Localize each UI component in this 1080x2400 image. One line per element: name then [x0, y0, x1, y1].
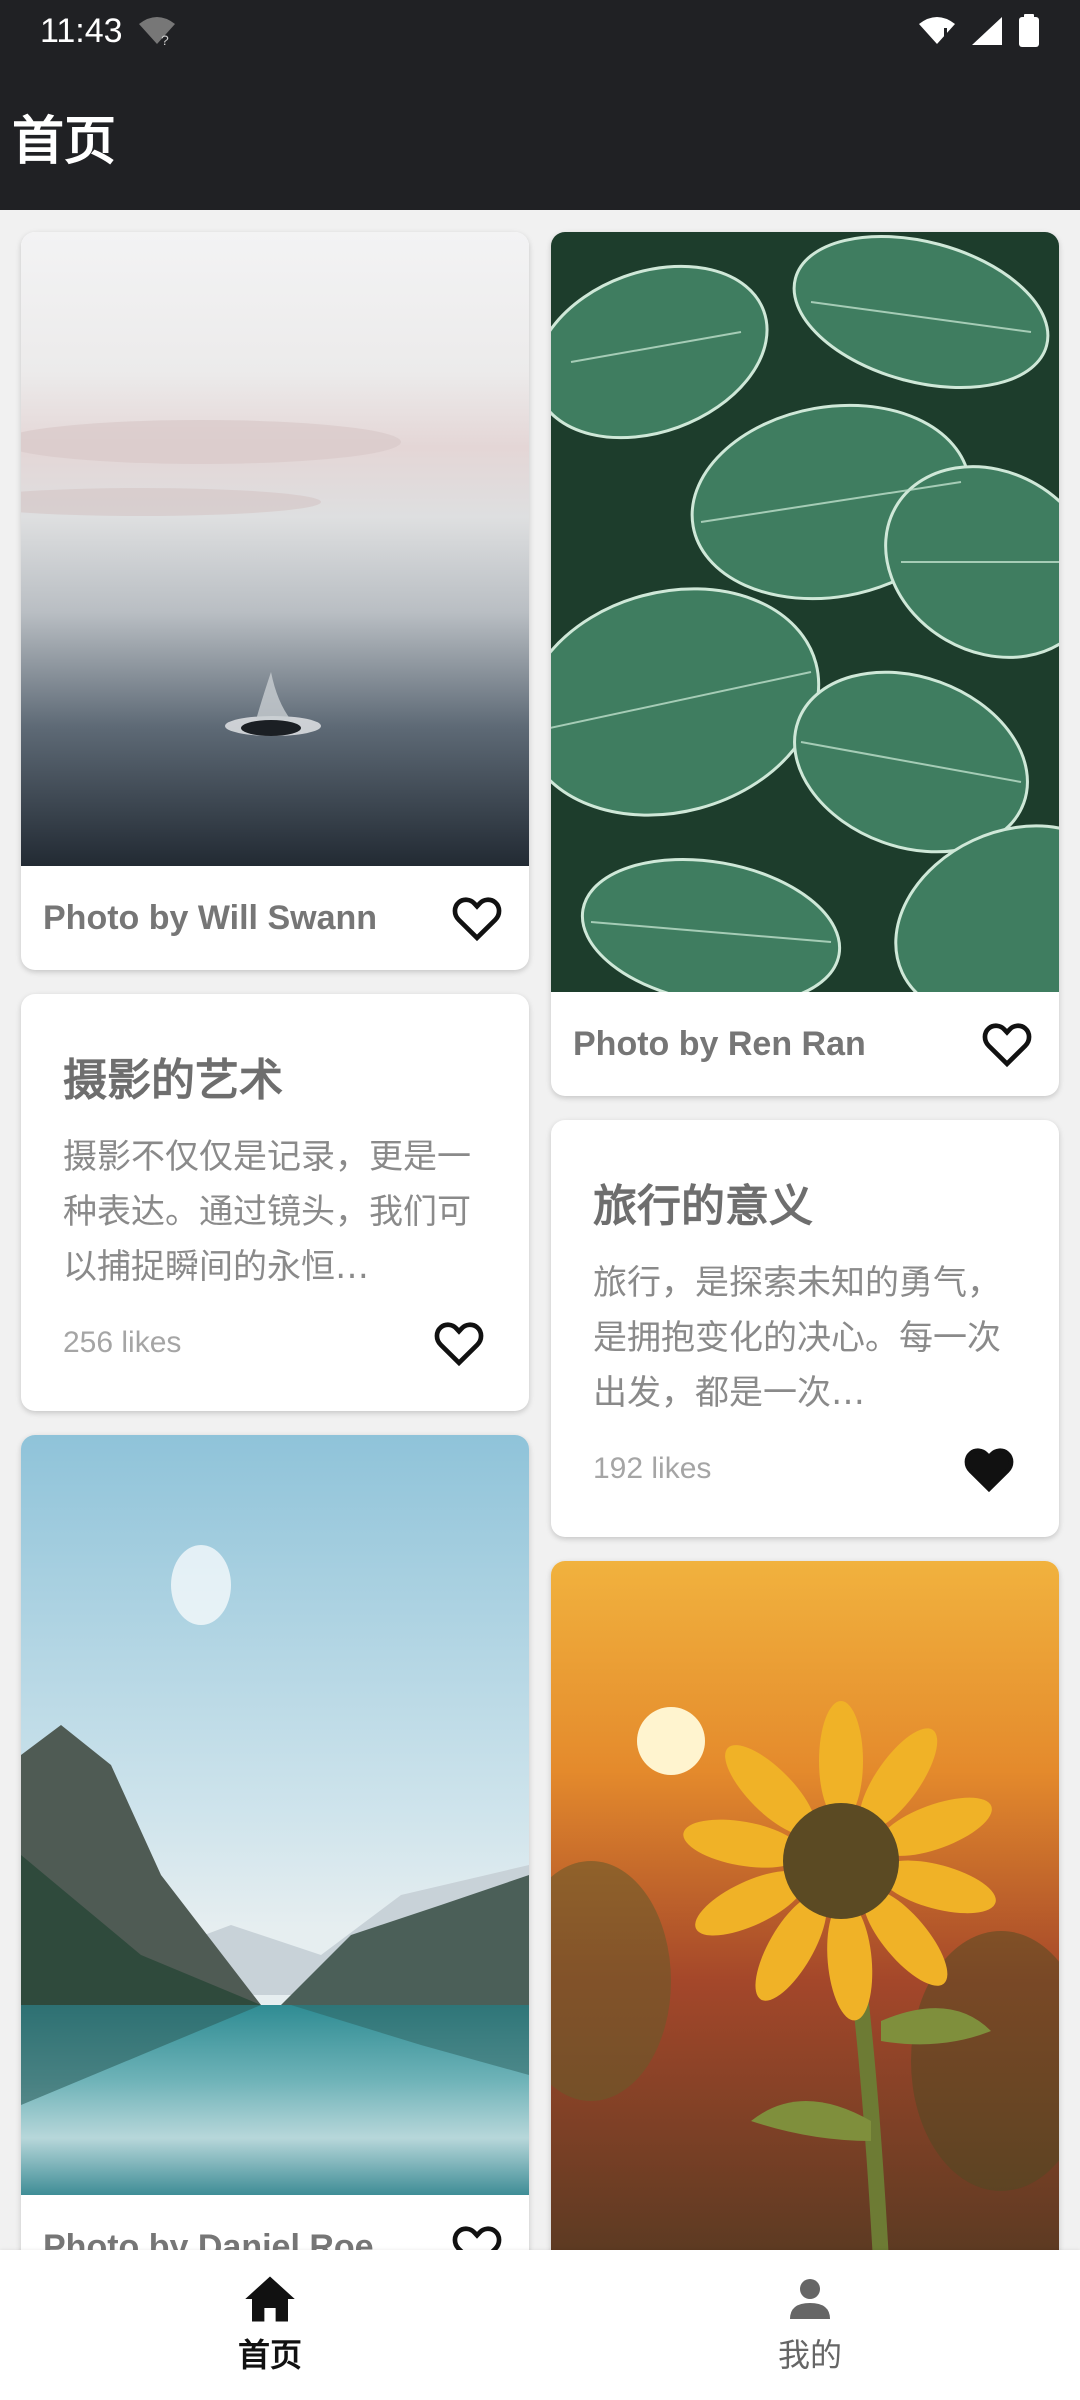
photo-credit: Photo by Will Swann [43, 898, 378, 937]
status-time: 11:43 [40, 11, 123, 50]
heart-filled-icon[interactable] [961, 1441, 1017, 1497]
photo-footer: Photo by Daniel Roe [21, 2195, 529, 2250]
status-bar: 11:43 ? [0, 0, 1080, 62]
person-icon [790, 2279, 830, 2319]
article-excerpt: 摄影不仅仅是记录，更是一种表达。通过镜头，我们可以捕捉瞬间的永恒… [63, 1137, 471, 1287]
photo-sunflower [551, 1561, 1059, 2250]
nav-label: 首页 [237, 2336, 302, 2374]
nav-item-home[interactable]: 首页 [0, 2250, 540, 2400]
article-card[interactable]: 摄影的艺术 摄影不仅仅是记录，更是一种表达。通过镜头，我们可以捕捉瞬间的永恒… … [21, 994, 529, 1411]
app-bar: 首页 [0, 62, 1080, 210]
heart-outline-icon[interactable] [431, 1315, 487, 1371]
heart-outline-icon[interactable] [449, 890, 505, 946]
article-card[interactable]: 旅行的意义 旅行，是探索未知的勇气，是拥抱变化的决心。每一次出发，都是一次… 1… [551, 1120, 1059, 1537]
article-excerpt: 旅行，是探索未知的勇气，是拥抱变化的决心。每一次出发，都是一次… [593, 1263, 1001, 1413]
article-title: 摄影的艺术 [63, 1055, 283, 1106]
photo-credit: Photo by Ren Ran [573, 1024, 866, 1063]
photo-card[interactable] [551, 1561, 1059, 2250]
photo-footer: Photo by Will Swann [21, 866, 529, 970]
nav-item-me[interactable]: 我的 [540, 2250, 1080, 2400]
photo-misty-lake [21, 232, 529, 866]
likes-count: 192 likes [593, 1452, 712, 1485]
home-icon [245, 2276, 295, 2322]
heart-outline-icon[interactable] [979, 1016, 1035, 1072]
svg-text:?: ? [161, 32, 169, 46]
photo-footer: Photo by Ren Ran [551, 992, 1059, 1096]
photo-credit: Photo by Daniel Roe [43, 2227, 374, 2251]
likes-count: 256 likes [63, 1326, 182, 1359]
feed-column-left: Photo by Will Swann 摄影的艺术 摄影不仅仅是记录，更是一种表… [21, 232, 529, 2250]
battery-icon [1019, 14, 1039, 47]
staggered-feed[interactable]: Photo by Will Swann 摄影的艺术 摄影不仅仅是记录，更是一种表… [0, 210, 1080, 2250]
page-title: 首页 [12, 111, 117, 172]
photo-mountain-lake [21, 1435, 529, 2195]
nav-label: 我的 [777, 2336, 842, 2374]
wifi-unknown-icon: ? [138, 17, 175, 46]
photo-card[interactable]: Photo by Will Swann [21, 232, 529, 970]
bottom-navigation: 首页 我的 [0, 2250, 1080, 2400]
signal-icon [972, 17, 1002, 45]
photo-card[interactable]: Photo by Ren Ran [551, 232, 1059, 1096]
article-title: 旅行的意义 [593, 1181, 813, 1232]
wifi-icon [919, 17, 955, 44]
heart-outline-icon[interactable] [449, 2219, 505, 2250]
photo-card[interactable]: Photo by Daniel Roe [21, 1435, 529, 2250]
feed-column-right: Photo by Ren Ran 旅行的意义 旅行，是探索未知的勇气，是拥抱变化… [551, 232, 1059, 2250]
photo-green-leaves [551, 232, 1059, 992]
